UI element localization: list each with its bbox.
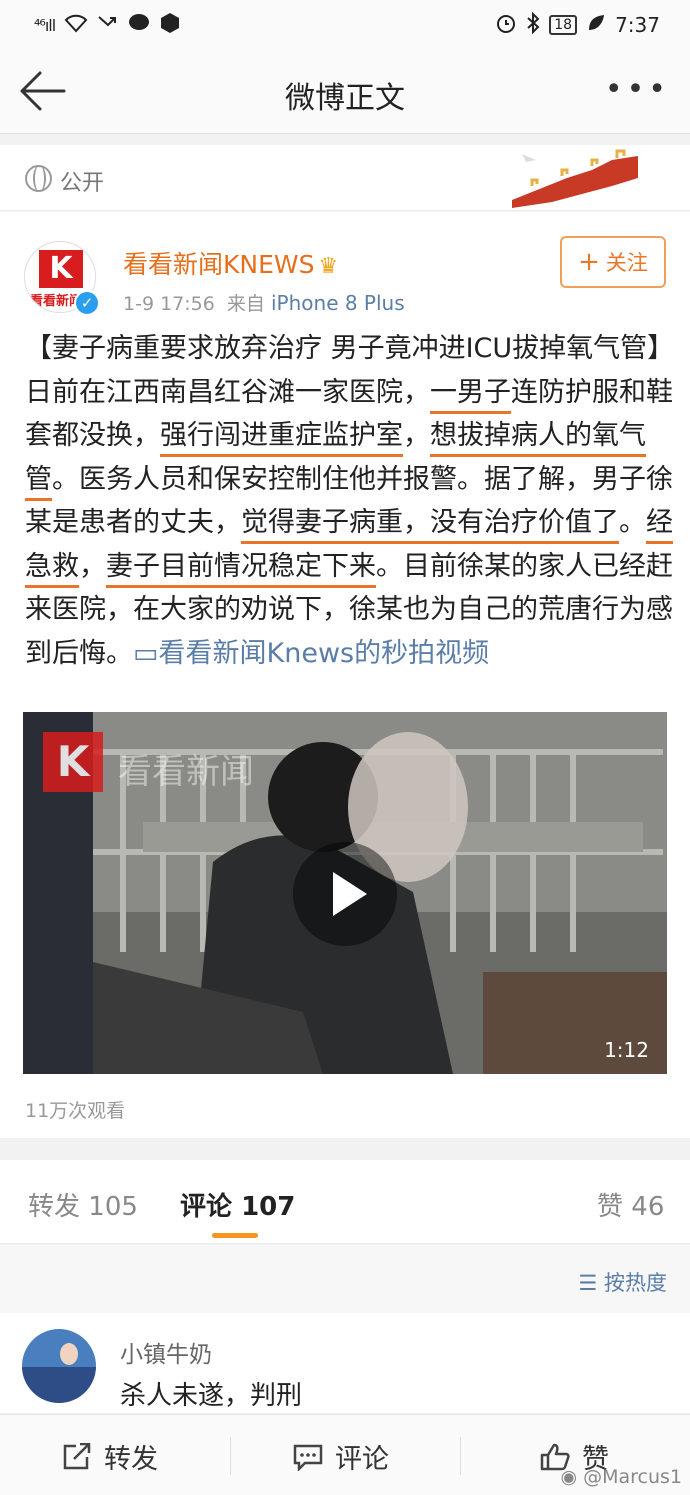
divider — [460, 1437, 461, 1475]
great-wall-decoration-icon — [512, 149, 638, 208]
post-source: iPhone 8 Plus — [270, 291, 405, 315]
comment-button[interactable]: 评论 — [293, 1437, 389, 1476]
active-tab-indicator — [212, 1233, 258, 1238]
source-prefix: 来自 — [226, 293, 265, 315]
author-name-text: 看看新闻KNEWS — [123, 250, 315, 279]
app-notification-icon — [159, 12, 181, 39]
post-meta: 1-9 17:56 来自 iPhone 8 Plus — [123, 289, 405, 316]
video-watermark-text: 看看新闻 — [118, 752, 254, 792]
tab-label: 转发 — [28, 1192, 81, 1222]
tab-count: 107 — [241, 1192, 296, 1222]
post-text-segment: 。 — [619, 507, 646, 538]
tab-label: 评论 — [180, 1192, 233, 1222]
video-duration: 1:12 — [604, 1038, 649, 1062]
highlighted-text: 妻子目前情况稳定下来 — [106, 550, 376, 588]
tab-label: 赞 — [597, 1192, 624, 1222]
signal-icon: ⁴⁶ıll — [34, 15, 56, 35]
sort-bar: ☰ 按热度 — [0, 1245, 690, 1313]
interaction-tabs: 转发 105 评论 107 赞 46 — [0, 1160, 690, 1244]
status-bar: ⁴⁶ıll 18 7:37 — [0, 0, 690, 50]
page-title: 微博正文 — [285, 81, 405, 116]
video-link[interactable]: ▭看看新闻Knews的秒拍视频 — [133, 638, 489, 669]
highlighted-text: 强行闯进重症监护室 — [160, 420, 403, 457]
tab-count: 46 — [631, 1192, 665, 1222]
sort-label: 按热度 — [604, 1271, 667, 1295]
tab-likes[interactable]: 赞 46 — [597, 1186, 664, 1223]
alarm-icon — [495, 12, 517, 39]
video-camera-icon: ▭ — [133, 637, 159, 669]
message-icon — [128, 13, 150, 38]
video-player[interactable]: K 看看新闻 1:12 — [23, 712, 667, 1074]
bluetooth-icon — [526, 11, 540, 39]
missed-call-icon — [97, 13, 119, 38]
view-count: 11万次观看 — [25, 1100, 126, 1122]
avatar-logo: K — [39, 250, 83, 288]
leaf-icon — [586, 13, 606, 38]
comment-item[interactable]: 小镇牛奶 杀人未遂，判刑 — [0, 1313, 690, 1413]
follow-button[interactable]: + 关注 — [560, 236, 666, 288]
highlighted-text: 一男子 — [430, 376, 511, 414]
repost-icon — [63, 1442, 91, 1469]
plus-icon: + — [578, 247, 600, 277]
tab-reposts[interactable]: 转发 105 — [28, 1186, 138, 1223]
verified-badge-icon: ✓ — [74, 290, 100, 316]
wifi-icon — [64, 13, 88, 38]
comment-text: 杀人未遂，判刑 — [120, 1381, 303, 1411]
clock-time: 7:37 — [615, 13, 660, 37]
post-date: 1-9 17:56 — [123, 293, 215, 315]
tab-count: 105 — [88, 1192, 138, 1222]
tab-comments[interactable]: 评论 107 — [180, 1186, 295, 1223]
crown-icon: ♛ — [318, 254, 339, 279]
navigation-bar: 微博正文 ••• — [0, 50, 690, 134]
post-text-segment: ， — [79, 550, 106, 582]
video-link-text: 看看新闻Knews的秒拍视频 — [158, 637, 490, 669]
repost-label: 转发 — [104, 1444, 158, 1475]
post-card: K 看看新闻 ✓ 看看新闻KNEWS ♛ 1-9 17:56 来自 iPhone … — [0, 212, 690, 1138]
visibility-label: 公开 — [60, 171, 105, 196]
follow-label: 关注 — [605, 251, 648, 275]
sort-button[interactable]: ☰ 按热度 — [578, 1267, 667, 1297]
comment-label: 评论 — [335, 1444, 389, 1475]
sort-icon: ☰ — [578, 1271, 598, 1295]
divider — [230, 1437, 231, 1475]
post-body: 【妻子病重要求放弃治疗 男子竟冲进ICU拔掉氧气管】日前在江西南昌红谷滩一家医院… — [25, 327, 675, 675]
post-text-segment: ， — [403, 420, 430, 451]
repost-button[interactable]: 转发 — [62, 1437, 158, 1476]
play-button-icon[interactable] — [293, 842, 397, 946]
weibo-logo-icon: ◉ — [560, 1466, 578, 1488]
commenter-name[interactable]: 小镇牛奶 — [120, 1335, 212, 1369]
commenter-avatar[interactable] — [22, 1329, 96, 1403]
watermark-text: @Marcus1 — [583, 1466, 682, 1488]
globe-icon — [25, 165, 52, 192]
weibo-user-watermark: ◉ @Marcus1 — [560, 1466, 682, 1488]
channel-watermark-logo: K — [43, 732, 103, 792]
battery-icon: 18 — [549, 15, 578, 35]
more-options-icon[interactable]: ••• — [605, 72, 670, 107]
author-name[interactable]: 看看新闻KNEWS ♛ — [123, 245, 338, 281]
comment-icon — [293, 1444, 323, 1471]
highlighted-text: 觉得妻子病重，没有治疗价值了 — [241, 507, 619, 544]
